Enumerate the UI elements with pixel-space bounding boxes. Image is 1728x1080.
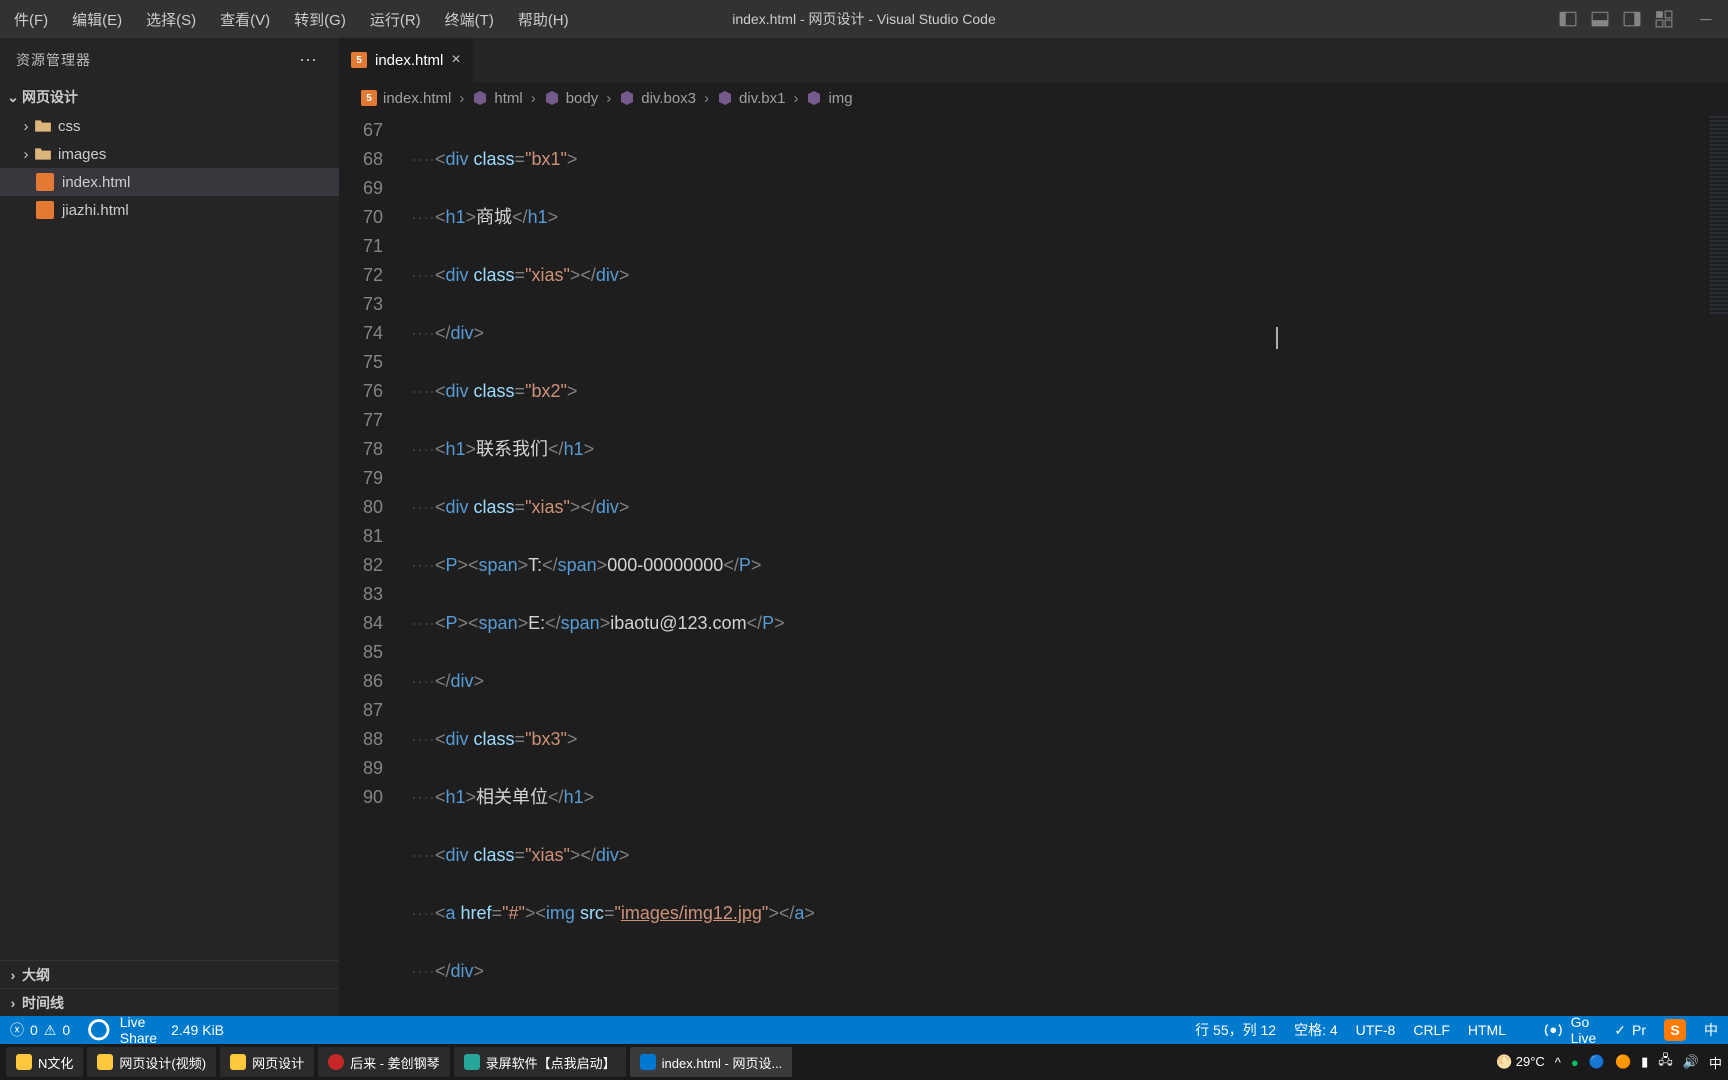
- more-actions-icon[interactable]: ⋯: [293, 50, 323, 71]
- breadcrumb-seg[interactable]: img: [828, 90, 852, 107]
- status-language[interactable]: HTML: [1468, 1022, 1506, 1038]
- tray-chevron-icon[interactable]: ^: [1555, 1055, 1561, 1070]
- broadcast-icon: [1542, 1019, 1565, 1042]
- minimize-icon[interactable]: [1692, 5, 1720, 33]
- timeline-section[interactable]: ›时间线: [0, 988, 339, 1016]
- tray-icon[interactable]: 🟠: [1615, 1054, 1631, 1070]
- code-content[interactable]: ····<div class="bx1"> ····<h1>商城</h1> ··…: [411, 114, 1728, 1016]
- status-ime[interactable]: 中: [1704, 1020, 1718, 1040]
- folder-icon: [230, 1054, 246, 1070]
- tray-ime[interactable]: 中: [1709, 1053, 1722, 1072]
- menu-terminal[interactable]: 终端(T): [433, 1, 506, 38]
- folder-icon: [34, 145, 52, 163]
- liveshare-icon: [84, 1015, 114, 1045]
- file-label: jiazhi.html: [62, 202, 129, 219]
- taskbar-item[interactable]: N文化: [6, 1047, 83, 1077]
- tab-label: index.html: [375, 52, 443, 69]
- status-prettier[interactable]: ✓ Pr: [1614, 1022, 1646, 1039]
- layout-panel-icon[interactable]: [1586, 5, 1614, 33]
- symbol-icon: [806, 90, 822, 106]
- status-encoding[interactable]: UTF-8: [1356, 1022, 1396, 1038]
- weather-widget[interactable]: 🌕 29°C: [1496, 1054, 1545, 1070]
- title-bar: 件(F) 编辑(E) 选择(S) 查看(V) 转到(G) 运行(R) 终端(T)…: [0, 0, 1728, 38]
- explorer-sidebar: 资源管理器 ⋯ ⌄网页设计 ›css ›images 5 index.html 5…: [0, 38, 339, 1016]
- layout-sidebar-left-icon[interactable]: [1554, 5, 1582, 33]
- editor-cursor: [1276, 327, 1278, 349]
- breadcrumb[interactable]: 5index.html› html› body› div.box3› div.b…: [339, 82, 1728, 114]
- code-editor[interactable]: 6768697071727374757677787980818283848586…: [339, 114, 1728, 1016]
- status-bar: ⓧ 0 ⚠ 0 Live Share 2.49 KiB 行 55，列 12 空格…: [0, 1016, 1728, 1044]
- breadcrumb-seg[interactable]: index.html: [383, 90, 451, 107]
- tab-index-html[interactable]: 5 index.html ×: [339, 38, 474, 82]
- folder-icon: [97, 1054, 113, 1070]
- status-filesize[interactable]: 2.49 KiB: [171, 1022, 224, 1038]
- file-jiazhi-html[interactable]: 5 jiazhi.html: [0, 196, 339, 224]
- menu-help[interactable]: 帮助(H): [506, 1, 581, 38]
- layout-sidebar-right-icon[interactable]: [1618, 5, 1646, 33]
- record-icon: [464, 1054, 480, 1070]
- minimap[interactable]: [1710, 114, 1728, 314]
- symbol-icon: [472, 90, 488, 106]
- file-index-html[interactable]: 5 index.html: [0, 168, 339, 196]
- tray-volume-icon[interactable]: 🔊: [1683, 1054, 1699, 1070]
- menu-file[interactable]: 件(F): [2, 1, 60, 38]
- tray-network-icon[interactable]: 🖧: [1658, 1051, 1673, 1073]
- tray-wechat-icon[interactable]: ●: [1571, 1055, 1579, 1070]
- folder-label: css: [58, 118, 81, 135]
- music-icon: [328, 1054, 344, 1070]
- html-file-icon: 5: [361, 90, 377, 106]
- editor-group: 5 index.html × 5index.html› html› body› …: [339, 38, 1728, 1016]
- status-eol[interactable]: CRLF: [1413, 1022, 1450, 1038]
- tray-icon[interactable]: 🔵: [1589, 1054, 1605, 1070]
- symbol-icon: [619, 90, 635, 106]
- vscode-icon: [640, 1054, 656, 1070]
- status-golive[interactable]: Go Live: [1542, 1014, 1596, 1046]
- menu-bar: 件(F) 编辑(E) 选择(S) 查看(V) 转到(G) 运行(R) 终端(T)…: [0, 1, 581, 38]
- status-sogou-badge[interactable]: S: [1664, 1019, 1686, 1041]
- status-liveshare[interactable]: Live Share: [84, 1014, 157, 1046]
- taskbar-item[interactable]: 录屏软件【点我启动】: [454, 1047, 626, 1077]
- timeline-label: 时间线: [22, 993, 64, 1013]
- html-file-icon: 5: [351, 52, 367, 68]
- layout-customize-icon[interactable]: [1650, 5, 1678, 33]
- folder-label: images: [58, 146, 106, 163]
- outline-section[interactable]: ›大纲: [0, 960, 339, 988]
- breadcrumb-seg[interactable]: body: [566, 90, 599, 107]
- breadcrumb-seg[interactable]: div.box3: [641, 90, 696, 107]
- menu-view[interactable]: 查看(V): [208, 1, 282, 38]
- folder-css[interactable]: ›css: [0, 112, 339, 140]
- outline-label: 大纲: [22, 965, 50, 985]
- status-problems[interactable]: ⓧ 0 ⚠ 0: [10, 1020, 70, 1040]
- symbol-icon: [717, 90, 733, 106]
- tray-icon[interactable]: ▮: [1641, 1054, 1648, 1070]
- explorer-title: 资源管理器: [16, 50, 91, 70]
- taskbar-item[interactable]: 网页设计(视频): [87, 1047, 216, 1077]
- root-folder-label: 网页设计: [22, 87, 78, 107]
- symbol-icon: [544, 90, 560, 106]
- taskbar-item-vscode[interactable]: index.html - 网页设...: [630, 1047, 793, 1077]
- menu-run[interactable]: 运行(R): [358, 1, 433, 38]
- menu-selection[interactable]: 选择(S): [134, 1, 208, 38]
- folder-icon: [16, 1054, 32, 1070]
- folder-icon: [34, 117, 52, 135]
- explorer-root-folder[interactable]: ⌄网页设计: [0, 82, 339, 112]
- menu-edit[interactable]: 编辑(E): [60, 1, 134, 38]
- window-title: index.html - 网页设计 - Visual Studio Code: [732, 9, 996, 29]
- windows-taskbar: N文化 网页设计(视频) 网页设计 后来 - 姜创钢琴 录屏软件【点我启动】 i…: [0, 1044, 1728, 1080]
- menu-go[interactable]: 转到(G): [282, 1, 358, 38]
- folder-images[interactable]: ›images: [0, 140, 339, 168]
- close-icon[interactable]: ×: [451, 51, 460, 69]
- taskbar-item[interactable]: 后来 - 姜创钢琴: [318, 1047, 450, 1077]
- line-numbers: 6768697071727374757677787980818283848586…: [339, 114, 411, 1016]
- file-label: index.html: [62, 174, 130, 191]
- status-cursor-position[interactable]: 行 55，列 12: [1195, 1020, 1276, 1040]
- breadcrumb-seg[interactable]: div.bx1: [739, 90, 785, 107]
- status-indentation[interactable]: 空格: 4: [1294, 1020, 1338, 1040]
- html-file-icon: 5: [36, 173, 54, 191]
- breadcrumb-seg[interactable]: html: [494, 90, 522, 107]
- html-file-icon: 5: [36, 201, 54, 219]
- taskbar-item[interactable]: 网页设计: [220, 1047, 314, 1077]
- editor-tabs: 5 index.html ×: [339, 38, 1728, 82]
- system-tray[interactable]: 🌕 29°C ^ ● 🔵 🟠 ▮ 🖧 🔊 中: [1496, 1051, 1722, 1073]
